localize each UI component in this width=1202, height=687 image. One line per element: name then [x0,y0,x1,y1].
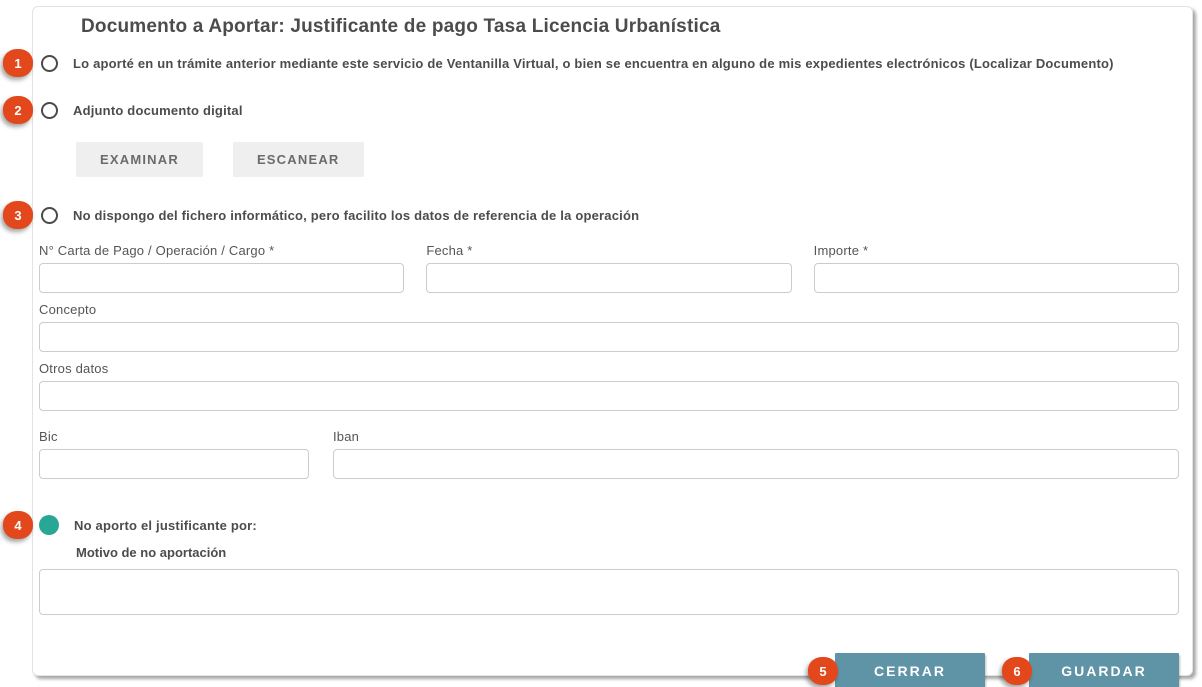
importe-label: Importe * [814,243,1179,258]
carta-de-pago-input[interactable] [39,263,404,293]
importe-input[interactable] [814,263,1179,293]
cerrar-button-wrap: 5 CERRAR [835,653,985,687]
option-label-no-justificante: No aporto el justificante por: [74,518,257,533]
otros-datos-input[interactable] [39,381,1179,411]
option-row-previous-procedure: 1 Lo aporté en un trámite anterior media… [39,49,1179,77]
otros-datos-label: Otros datos [39,361,1179,376]
annotation-badge-1: 1 [3,49,33,77]
iban-input[interactable] [333,449,1179,479]
bic-input[interactable] [39,449,309,479]
motivo-label: Motivo de no aportación [76,545,1179,560]
escanear-button[interactable]: ESCANEAR [233,142,364,177]
field-importe: Importe * [814,243,1179,293]
document-upload-screen: Documento a Aportar: Justificante de pag… [0,0,1202,687]
concepto-label: Concepto [39,302,1179,317]
bic-label: Bic [39,429,309,444]
radio-previous-procedure[interactable] [41,55,58,72]
option-row-no-file: 3 No dispongo del fichero informático, p… [39,201,1179,229]
field-fecha: Fecha * [426,243,791,293]
document-panel: Documento a Aportar: Justificante de pag… [32,6,1193,676]
radio-no-justificante[interactable] [39,515,59,535]
option-label-previous-procedure: Lo aporté en un trámite anterior mediant… [73,56,1114,71]
option-row-no-justificante: 4 No aporto el justificante por: [39,511,1179,539]
field-bic: Bic [39,429,309,479]
option-row-attach-digital: 2 Adjunto documento digital [39,96,1179,124]
field-otros-datos: Otros datos [39,361,1179,411]
radio-no-file[interactable] [41,207,58,224]
option-label-no-file: No dispongo del fichero informático, per… [73,208,639,223]
radio-attach-digital[interactable] [41,102,58,119]
reference-fields-row: N° Carta de Pago / Operación / Cargo * F… [39,243,1179,293]
guardar-button-wrap: 6 GUARDAR [1029,653,1179,687]
concepto-input[interactable] [39,322,1179,352]
guardar-button[interactable]: GUARDAR [1029,653,1179,687]
annotation-badge-5: 5 [808,657,838,685]
annotation-badge-2: 2 [3,96,33,124]
field-concepto: Concepto [39,302,1179,352]
cerrar-button[interactable]: CERRAR [835,653,985,687]
fecha-label: Fecha * [426,243,791,258]
annotation-badge-4: 4 [3,511,33,539]
field-iban: Iban [333,429,1179,479]
field-carta-de-pago: N° Carta de Pago / Operación / Cargo * [39,243,404,293]
bic-iban-row: Bic Iban [39,429,1179,479]
option-label-attach-digital: Adjunto documento digital [73,103,243,118]
annotation-badge-6: 6 [1002,657,1032,685]
carta-de-pago-label: N° Carta de Pago / Operación / Cargo * [39,243,404,258]
motivo-textarea[interactable] [39,569,1179,615]
fecha-input[interactable] [426,263,791,293]
iban-label: Iban [333,429,1179,444]
footer-actions: 5 CERRAR 6 GUARDAR [39,653,1179,687]
attach-buttons-row: EXAMINAR ESCANEAR [76,142,1179,177]
page-title: Documento a Aportar: Justificante de pag… [81,15,1179,39]
examinar-button[interactable]: EXAMINAR [76,142,203,177]
annotation-badge-3: 3 [3,201,33,229]
